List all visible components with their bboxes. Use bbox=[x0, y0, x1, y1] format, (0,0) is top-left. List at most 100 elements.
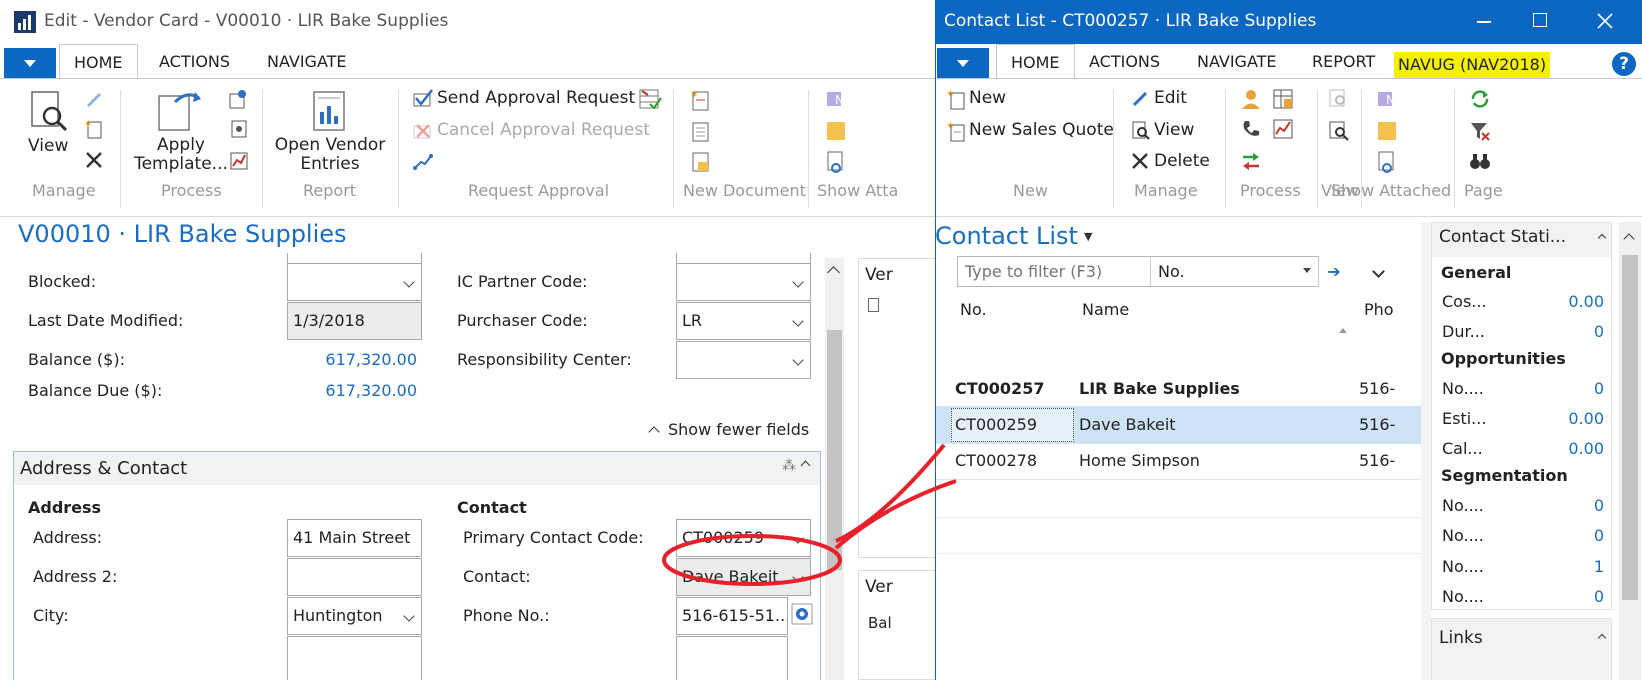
city-select[interactable]: Huntington bbox=[287, 597, 422, 635]
process-small-icon-1[interactable] bbox=[228, 88, 250, 110]
find-binoculars-icon[interactable] bbox=[1469, 150, 1491, 172]
links-icon[interactable] bbox=[1376, 150, 1398, 174]
stat-key: No.... bbox=[1442, 496, 1484, 515]
delete-button[interactable]: Delete bbox=[1154, 151, 1210, 171]
contact-select[interactable]: Dave Bakeit bbox=[676, 558, 811, 596]
new-document-icon-3[interactable] bbox=[690, 150, 712, 174]
expand-filter-chevron-icon[interactable] bbox=[1372, 265, 1385, 278]
stat-value-link[interactable]: 0 bbox=[1532, 587, 1604, 606]
stat-value-link[interactable]: 0 bbox=[1532, 322, 1604, 341]
stat-value-link[interactable]: 0.00 bbox=[1532, 409, 1604, 428]
open-vendor-entries-button[interactable]: Open Vendor Entries bbox=[270, 136, 390, 174]
tab-navigate[interactable]: NAVIGATE bbox=[253, 44, 361, 79]
company-badge[interactable]: NAVUG (NAV2018) bbox=[1394, 52, 1551, 78]
table-grid-icon[interactable] bbox=[1272, 88, 1294, 110]
tab-actions[interactable]: ACTIONS bbox=[1075, 44, 1174, 79]
show-fewer-fields-link[interactable]: Show fewer fields bbox=[648, 420, 809, 439]
help-icon[interactable]: ? bbox=[1612, 52, 1636, 76]
workflow-icon[interactable] bbox=[412, 150, 434, 172]
collapse-chevron-icon[interactable] bbox=[1597, 633, 1607, 643]
state-field-partial[interactable] bbox=[287, 636, 422, 680]
phone-icon[interactable] bbox=[1240, 118, 1262, 140]
apply-filter-arrow-icon[interactable]: ➔ bbox=[1322, 257, 1346, 286]
tab-home[interactable]: HOME bbox=[59, 44, 138, 79]
address-input[interactable]: 41 Main Street bbox=[287, 519, 422, 557]
tab-actions[interactable]: ACTIONS bbox=[145, 44, 244, 79]
send-approval-request-button[interactable]: Send Approval Request bbox=[437, 88, 635, 108]
filter-input[interactable] bbox=[959, 258, 1149, 285]
minimize-icon[interactable] bbox=[1477, 21, 1491, 23]
view-button[interactable]: View bbox=[1154, 120, 1194, 140]
settings-icon[interactable]: ⁂ bbox=[782, 458, 796, 474]
ic-partner-code-label: IC Partner Code: bbox=[457, 272, 588, 291]
sticky-note-icon[interactable] bbox=[825, 120, 847, 142]
view-search-icon-2[interactable] bbox=[1328, 120, 1350, 142]
factbox-scrollbar-thumb[interactable] bbox=[1622, 255, 1638, 600]
apply-template-button[interactable]: Apply Template... bbox=[133, 136, 229, 174]
new-document-icon[interactable]: ✶ bbox=[84, 118, 104, 140]
approval-grid-icon[interactable] bbox=[638, 88, 662, 112]
phone-call-icon[interactable] bbox=[791, 603, 813, 625]
notes-icon[interactable]: N bbox=[1376, 88, 1400, 110]
contact-person-icon[interactable] bbox=[1240, 88, 1262, 110]
tab-report[interactable]: REPORT bbox=[1298, 44, 1389, 79]
phone-no-input[interactable]: 516-615-51... bbox=[676, 597, 788, 635]
scrollbar-thumb[interactable] bbox=[827, 330, 842, 570]
contact-list-title[interactable]: Contact List ▼ bbox=[935, 222, 1092, 250]
sort-ascending-icon[interactable] bbox=[1339, 328, 1347, 333]
edit-pencil-icon[interactable] bbox=[84, 90, 104, 110]
view-search-icon-1[interactable] bbox=[1328, 88, 1350, 110]
stat-value-link[interactable]: 0.00 bbox=[1532, 292, 1604, 311]
stat-value-link[interactable]: 1 bbox=[1532, 557, 1604, 576]
new-button[interactable]: New bbox=[969, 88, 1006, 108]
contact-file-menu-button[interactable] bbox=[937, 48, 989, 78]
refresh-icon[interactable] bbox=[1469, 88, 1491, 110]
chart-icon[interactable] bbox=[1272, 118, 1294, 140]
links-icon[interactable] bbox=[825, 150, 847, 174]
delete-x-icon[interactable] bbox=[84, 150, 104, 170]
table-row[interactable]: CT000278 Home Simpson 516- bbox=[936, 442, 1426, 480]
new-icon: ✶ bbox=[946, 89, 965, 110]
blocked-select[interactable] bbox=[287, 263, 422, 301]
notes-icon[interactable]: N bbox=[825, 88, 849, 110]
balance-due-value-link[interactable]: 617,320.00 bbox=[287, 381, 417, 400]
stat-value-link[interactable]: 0 bbox=[1532, 379, 1604, 398]
email-field-partial[interactable] bbox=[676, 636, 788, 680]
column-header-phone[interactable]: Pho bbox=[1364, 300, 1394, 319]
vendor-file-menu-button[interactable] bbox=[4, 48, 56, 78]
tab-home[interactable]: HOME bbox=[996, 44, 1075, 79]
links-factbox-title: Links bbox=[1439, 628, 1483, 648]
stat-value-link[interactable]: 0 bbox=[1532, 496, 1604, 515]
links-factbox[interactable]: Links bbox=[1431, 618, 1612, 680]
maximize-icon[interactable] bbox=[1533, 13, 1547, 27]
view-button[interactable]: View bbox=[28, 136, 68, 156]
sticky-note-icon[interactable] bbox=[1376, 120, 1398, 142]
column-header-name[interactable]: Name bbox=[1082, 300, 1129, 319]
cancel-approval-request-button[interactable]: Cancel Approval Request bbox=[437, 120, 650, 140]
column-header-no[interactable]: No. bbox=[960, 300, 987, 319]
new-sales-quote-button[interactable]: New Sales Quote bbox=[969, 120, 1114, 140]
balance-value-link[interactable]: 617,320.00 bbox=[287, 350, 417, 369]
new-document-icon-1[interactable]: ✶ bbox=[690, 88, 712, 112]
table-row[interactable]: CT000257 LIR Bake Supplies 516- bbox=[936, 370, 1426, 408]
stat-value-link[interactable]: 0 bbox=[1532, 526, 1604, 545]
process-chart-icon[interactable] bbox=[228, 150, 250, 172]
convert-arrows-icon[interactable] bbox=[1240, 150, 1262, 172]
edit-pencil-icon bbox=[1132, 91, 1148, 107]
stat-value-link[interactable]: 0.00 bbox=[1532, 439, 1604, 458]
ic-partner-code-select[interactable] bbox=[676, 263, 811, 301]
filter-field-select[interactable]: No. bbox=[1158, 262, 1185, 281]
edit-button[interactable]: Edit bbox=[1154, 88, 1187, 108]
delete-x-icon bbox=[1132, 153, 1148, 169]
process-small-icon-2[interactable] bbox=[228, 118, 250, 140]
manage-group-label: Manage bbox=[1134, 181, 1198, 200]
new-document-icon-2[interactable] bbox=[690, 120, 712, 144]
purchaser-code-select[interactable]: LR bbox=[676, 302, 811, 340]
table-row-selected[interactable]: CT000259 Dave Bakeit 516- bbox=[936, 406, 1426, 444]
tab-navigate[interactable]: NAVIGATE bbox=[1183, 44, 1291, 79]
primary-contact-code-select[interactable]: CT000259 bbox=[676, 519, 811, 557]
close-icon[interactable] bbox=[1597, 13, 1613, 29]
address-2-input[interactable] bbox=[287, 558, 422, 596]
responsibility-center-select[interactable] bbox=[676, 341, 811, 379]
clear-filter-icon[interactable] bbox=[1469, 120, 1491, 142]
